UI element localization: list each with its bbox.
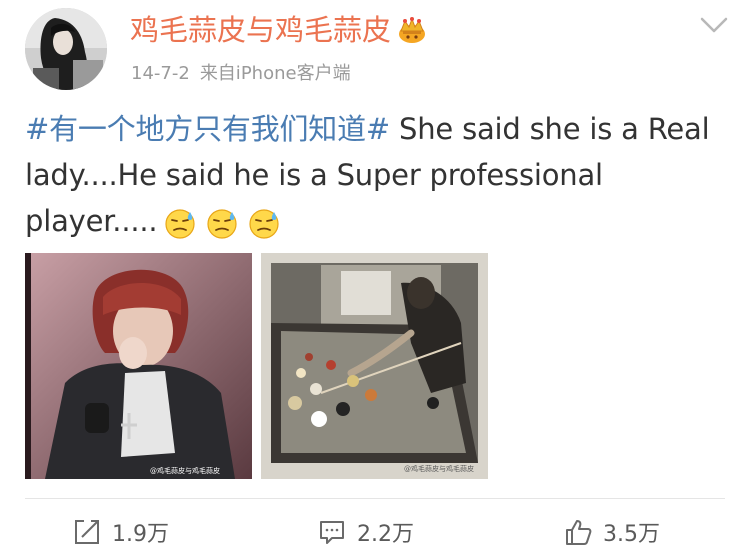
divider [25, 498, 725, 499]
thumbs-up-icon [566, 520, 592, 545]
post-header: 鸡毛蒜皮与鸡毛蒜皮 14-7-2 来自iPhone客户端 [0, 0, 750, 96]
action-bar: 1.9万 2.2万 3.5万 [0, 500, 750, 560]
portrait-photo: @鸡毛蒜皮与鸡毛蒜皮 [25, 253, 252, 479]
author-name: 鸡毛蒜皮与鸡毛蒜皮 [130, 13, 392, 47]
photo-watermark: @鸡毛蒜皮与鸡毛蒜皮 [150, 466, 220, 475]
menu-button[interactable] [696, 12, 732, 38]
post-source[interactable]: 来自iPhone客户端 [200, 63, 351, 84]
sweat-icon [205, 206, 239, 240]
pool-table-photo: @鸡毛蒜皮与鸡毛蒜皮 [261, 253, 488, 479]
post-text: #有一个地方只有我们知道# She said she is a Real lad… [25, 106, 725, 244]
comment-count: 2.2万 [357, 522, 414, 547]
post-photo-1[interactable]: @鸡毛蒜皮与鸡毛蒜皮 [25, 253, 252, 479]
like-button[interactable]: 3.5万 [563, 514, 660, 550]
comment-button[interactable]: 2.2万 [317, 514, 414, 550]
repost-count: 1.9万 [112, 522, 169, 547]
avatar-image [25, 8, 107, 90]
sweat-icon [163, 206, 197, 240]
avatar[interactable] [25, 8, 107, 90]
repost-button[interactable]: 1.9万 [72, 514, 169, 550]
author-name-link[interactable]: 鸡毛蒜皮与鸡毛蒜皮 [130, 12, 427, 48]
hashtag-link[interactable]: #有一个地方只有我们知道# [25, 112, 390, 146]
post-meta: 14-7-2 来自iPhone客户端 [131, 62, 351, 86]
comment-icon [320, 521, 344, 544]
like-count: 3.5万 [603, 522, 660, 547]
crown-icon [397, 15, 427, 45]
photo-watermark: @鸡毛蒜皮与鸡毛蒜皮 [404, 464, 474, 473]
post-date: 14-7-2 [131, 63, 190, 84]
sweat-icon [247, 206, 281, 240]
chevron-down-icon [700, 17, 728, 33]
emoji-row [163, 206, 281, 240]
post-photo-2[interactable]: @鸡毛蒜皮与鸡毛蒜皮 [261, 253, 488, 479]
repost-icon [75, 520, 99, 544]
